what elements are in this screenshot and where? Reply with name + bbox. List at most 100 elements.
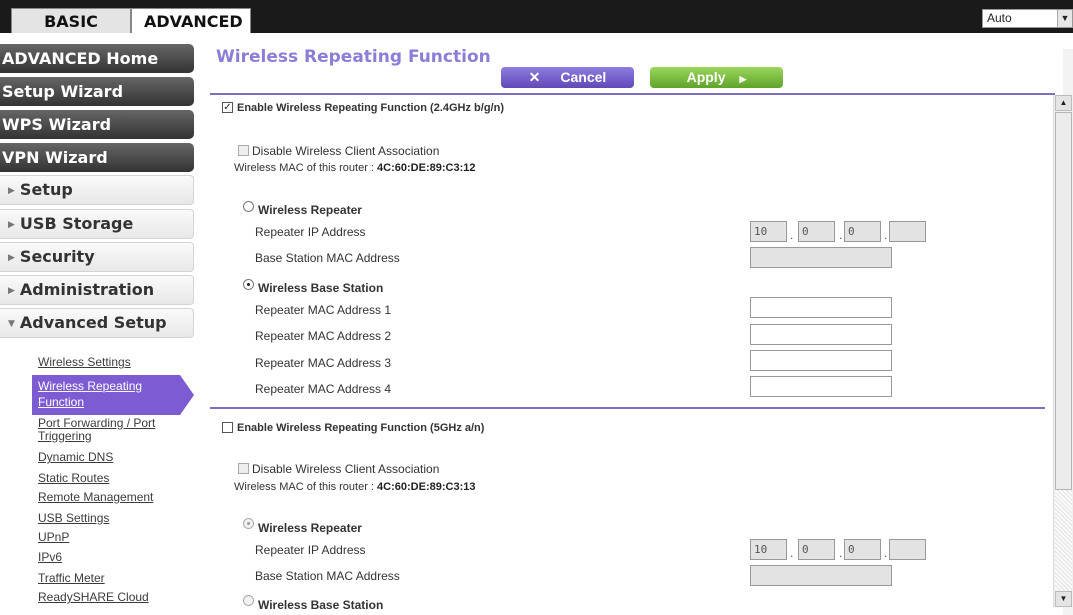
mac-5-value: 4C:60:DE:89:C3:13 bbox=[377, 481, 476, 493]
repeater-mac-4-label: Repeater MAC Address 4 bbox=[255, 382, 392, 396]
repeater-ip-5-label: Repeater IP Address bbox=[255, 543, 366, 557]
repeater-mac-3-input[interactable] bbox=[750, 350, 892, 371]
disable-assoc-24-checkbox[interactable] bbox=[238, 145, 249, 156]
sub-item-static-routes[interactable]: Static Routes bbox=[38, 472, 109, 485]
scroll-track[interactable] bbox=[1055, 490, 1072, 590]
sidebar-item-advanced-home[interactable]: ADVANCED Home bbox=[0, 44, 194, 73]
ip-dot: . bbox=[884, 228, 888, 242]
sidebar-item-advanced-setup[interactable]: ▼ Advanced Setup bbox=[0, 308, 194, 338]
sub-item-wireless-settings[interactable]: Wireless Settings bbox=[38, 356, 131, 369]
disable-assoc-5-label: Disable Wireless Client Association bbox=[252, 462, 440, 476]
repeater-mac-2-input[interactable] bbox=[750, 324, 892, 345]
scroll-thumb[interactable] bbox=[1055, 112, 1072, 490]
top-bar: BASIC ADVANCED Auto ▼ bbox=[0, 0, 1073, 33]
sub-item-ipv6[interactable]: IPv6 bbox=[38, 551, 62, 564]
wireless-repeater-24-radio[interactable] bbox=[243, 201, 254, 212]
sub-item-remote-management[interactable]: Remote Management bbox=[38, 491, 153, 504]
triangle-right-icon: ▶ bbox=[8, 286, 15, 296]
scroll-down-icon[interactable]: ▼ bbox=[1055, 591, 1072, 607]
apply-button[interactable]: Apply ▶ bbox=[650, 67, 783, 88]
ip5-octet-4[interactable] bbox=[889, 539, 926, 560]
ip-octet-4[interactable] bbox=[889, 221, 926, 242]
chevron-down-icon[interactable]: ▼ bbox=[1057, 10, 1072, 27]
ip5-octet-1[interactable]: 10 bbox=[750, 539, 787, 560]
triangle-right-icon: ▶ bbox=[8, 186, 15, 196]
section-divider bbox=[210, 407, 1045, 409]
tab-basic[interactable]: BASIC bbox=[11, 8, 131, 33]
sidebar: ADVANCED Home Setup Wizard WPS Wizard VP… bbox=[0, 33, 210, 607]
sidebar-item-wps-wizard[interactable]: WPS Wizard bbox=[0, 110, 194, 139]
tab-advanced[interactable]: ADVANCED bbox=[131, 8, 251, 33]
wireless-repeater-5-radio[interactable] bbox=[243, 518, 254, 529]
base-mac-5-input[interactable] bbox=[750, 565, 892, 586]
wireless-repeater-24-label: Wireless Repeater bbox=[258, 203, 362, 217]
mac-5-prefix: Wireless MAC of this router : bbox=[234, 481, 378, 493]
sidebar-item-label: Security bbox=[19, 247, 95, 266]
sidebar-item-label: Administration bbox=[19, 280, 155, 299]
ip-dot: . bbox=[884, 546, 888, 560]
triangle-right-icon: ▶ bbox=[739, 74, 747, 84]
disable-assoc-24-label: Disable Wireless Client Association bbox=[252, 144, 440, 158]
ip-dot: . bbox=[790, 228, 794, 242]
sidebar-item-usb-storage[interactable]: ▶ USB Storage bbox=[0, 209, 194, 239]
scroll-up-icon[interactable]: ▲ bbox=[1055, 95, 1072, 111]
repeater-mac-1-input[interactable] bbox=[750, 297, 892, 318]
main-content: Wireless Repeating Function ✕ Cancel Appl… bbox=[210, 33, 1073, 615]
ip-dot: . bbox=[839, 546, 843, 560]
cancel-button[interactable]: ✕ Cancel bbox=[501, 67, 634, 88]
mac-24-prefix: Wireless MAC of this router : bbox=[234, 162, 378, 174]
sidebar-item-vpn-wizard[interactable]: VPN Wizard bbox=[0, 143, 194, 172]
repeater-mac-4-input[interactable] bbox=[750, 376, 892, 397]
base-mac-24-input[interactable] bbox=[750, 247, 892, 268]
mac-24-label: Wireless MAC of this router : 4C:60:DE:8… bbox=[234, 162, 475, 174]
sub-item-wireless-repeating-function[interactable]: Wireless Repeating Function bbox=[38, 378, 156, 410]
base-mac-5-label: Base Station MAC Address bbox=[255, 569, 400, 583]
base-mac-24-label: Base Station MAC Address bbox=[255, 251, 400, 265]
enable-5ghz-checkbox[interactable] bbox=[222, 422, 233, 433]
sub-item-port-forwarding[interactable]: Port Forwarding / Port Triggering bbox=[38, 417, 188, 443]
close-icon: ✕ bbox=[528, 69, 541, 85]
sub-item-upnp[interactable]: UPnP bbox=[38, 531, 69, 544]
language-select[interactable]: Auto ▼ bbox=[982, 9, 1073, 28]
content-scrollbar[interactable]: ▲ ▼ bbox=[1053, 95, 1073, 607]
triangle-right-icon: ▶ bbox=[8, 220, 15, 230]
ip-dot: . bbox=[839, 228, 843, 242]
disable-assoc-5-checkbox[interactable] bbox=[238, 463, 249, 474]
language-select-value: Auto bbox=[987, 11, 1012, 25]
mac-5-label: Wireless MAC of this router : 4C:60:DE:8… bbox=[234, 481, 475, 493]
mac-24-value: 4C:60:DE:89:C3:12 bbox=[377, 162, 476, 174]
wireless-base-station-24-radio[interactable] bbox=[243, 279, 254, 290]
wireless-base-station-5-label: Wireless Base Station bbox=[258, 598, 384, 612]
sub-item-readyshare-cloud[interactable]: ReadySHARE Cloud bbox=[38, 591, 149, 604]
sidebar-item-label: USB Storage bbox=[19, 214, 134, 233]
repeater-mac-3-label: Repeater MAC Address 3 bbox=[255, 356, 392, 370]
sub-item-traffic-meter[interactable]: Traffic Meter bbox=[38, 572, 105, 585]
ip-octet-1[interactable]: 10 bbox=[750, 221, 787, 242]
triangle-down-icon: ▼ bbox=[8, 319, 15, 329]
sidebar-item-administration[interactable]: ▶ Administration bbox=[0, 275, 194, 305]
wireless-repeater-5-label: Wireless Repeater bbox=[258, 521, 362, 535]
sidebar-item-label: Advanced Setup bbox=[19, 313, 167, 332]
apply-label: Apply bbox=[686, 69, 726, 85]
sidebar-item-label: Setup bbox=[19, 180, 73, 199]
ip5-octet-3[interactable]: 0 bbox=[844, 539, 881, 560]
ip-dot: . bbox=[790, 546, 794, 560]
sub-item-usb-settings[interactable]: USB Settings bbox=[38, 512, 109, 525]
sidebar-item-setup[interactable]: ▶ Setup bbox=[0, 175, 194, 205]
ip5-octet-2[interactable]: 0 bbox=[798, 539, 835, 560]
enable-24ghz-label: Enable Wireless Repeating Function (2.4G… bbox=[237, 102, 504, 114]
sidebar-item-setup-wizard[interactable]: Setup Wizard bbox=[0, 77, 194, 106]
ip-octet-2[interactable]: 0 bbox=[798, 221, 835, 242]
wireless-base-station-5-radio[interactable] bbox=[243, 595, 254, 606]
repeater-mac-1-label: Repeater MAC Address 1 bbox=[255, 303, 392, 317]
divider bbox=[210, 93, 1055, 95]
triangle-right-icon: ▶ bbox=[8, 253, 15, 263]
repeater-mac-2-label: Repeater MAC Address 2 bbox=[255, 329, 392, 343]
enable-5ghz-label: Enable Wireless Repeating Function (5GHz… bbox=[237, 422, 485, 434]
sub-item-dynamic-dns[interactable]: Dynamic DNS bbox=[38, 451, 113, 464]
wireless-base-station-24-label: Wireless Base Station bbox=[258, 281, 384, 295]
cancel-label: Cancel bbox=[560, 69, 607, 85]
sidebar-item-security[interactable]: ▶ Security bbox=[0, 242, 194, 272]
ip-octet-3[interactable]: 0 bbox=[844, 221, 881, 242]
enable-24ghz-checkbox[interactable]: ✓ bbox=[222, 102, 233, 113]
